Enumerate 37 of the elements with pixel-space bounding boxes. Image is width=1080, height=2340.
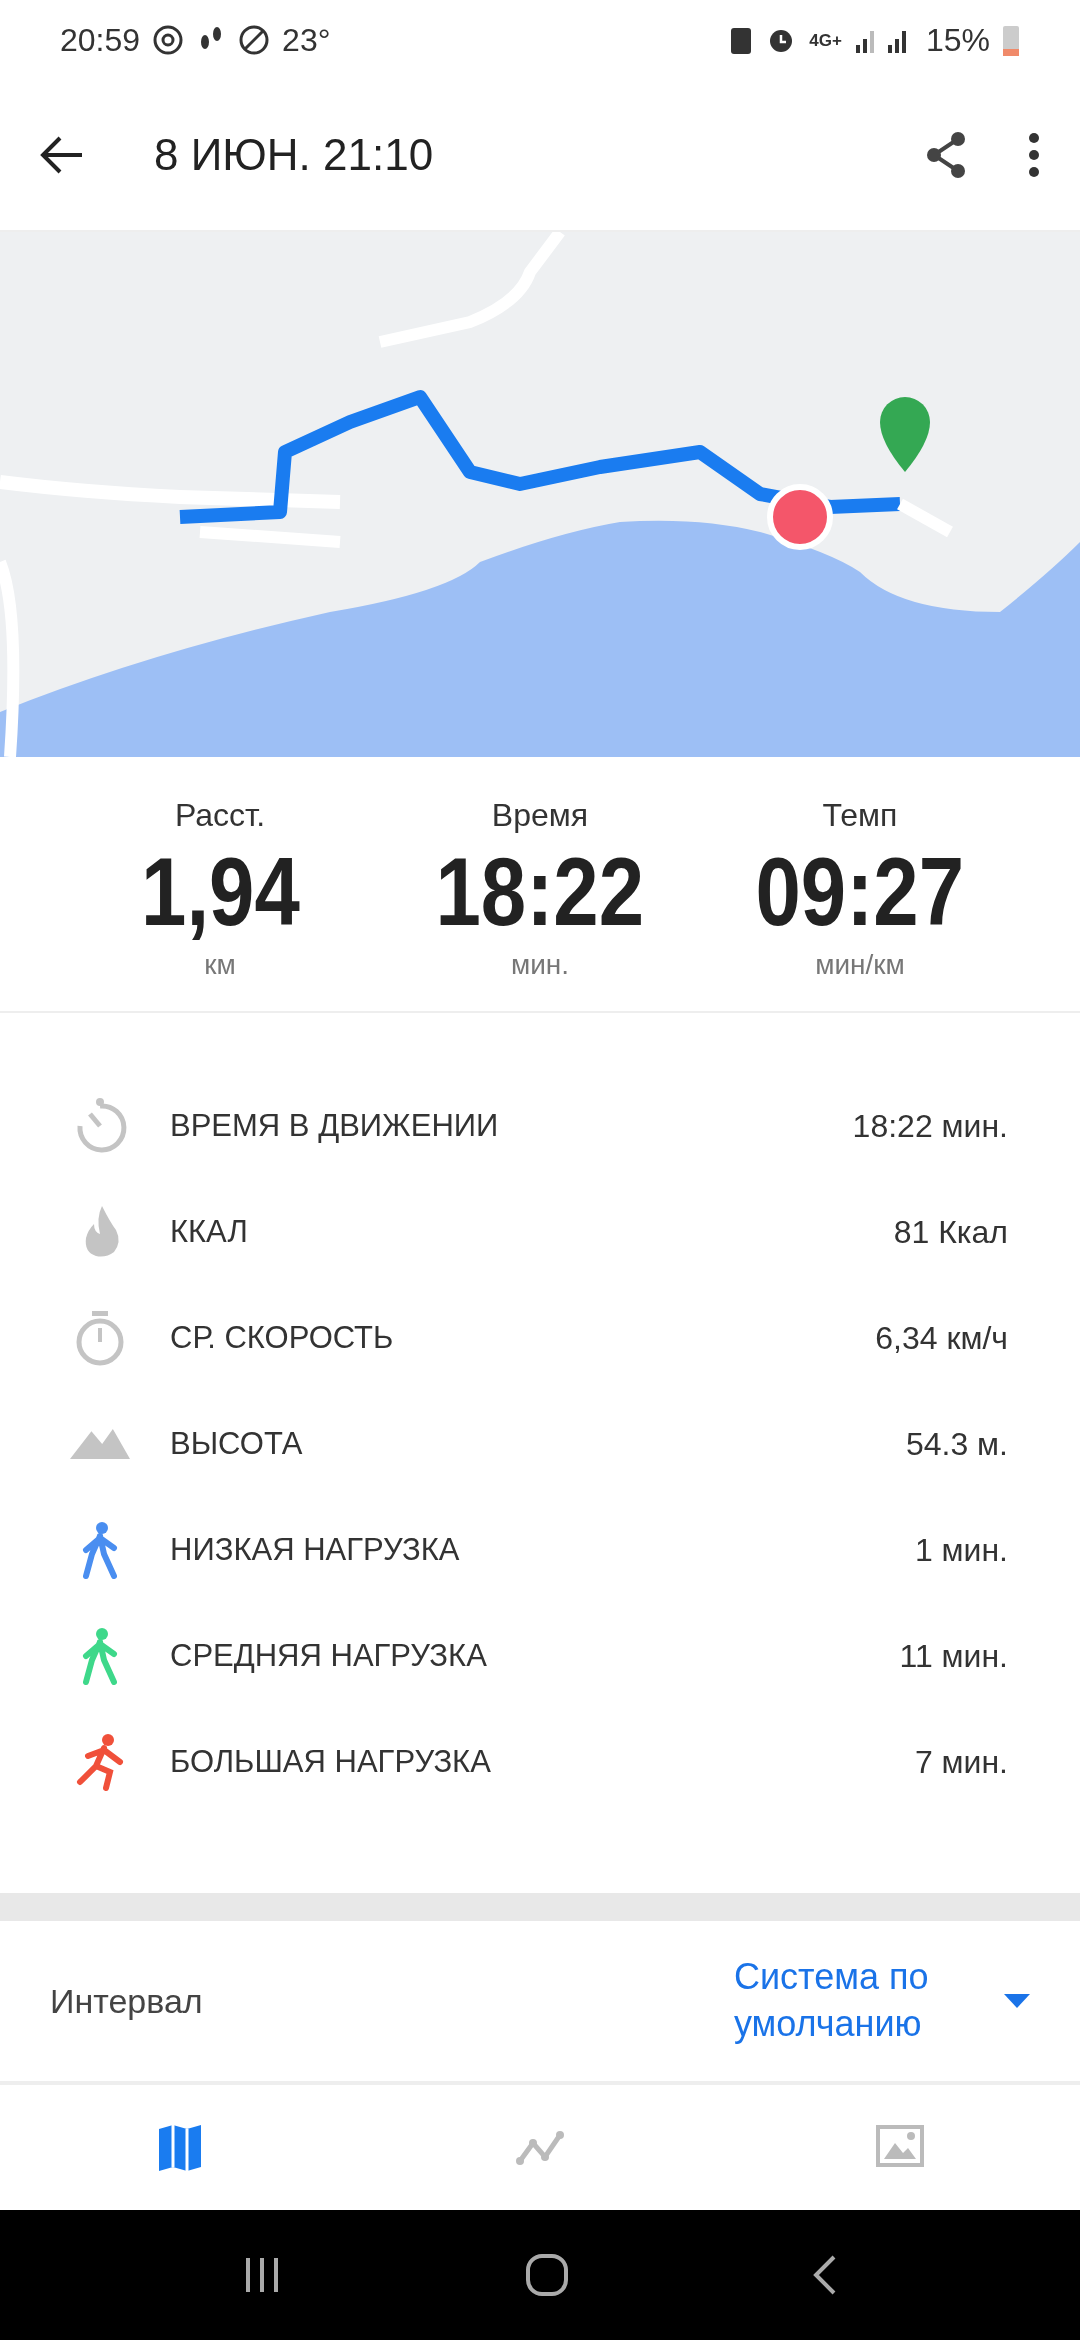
network-type: 4G+ (809, 31, 842, 49)
back-arrow-icon[interactable] (40, 135, 84, 175)
stat-label: Расст. (174, 797, 266, 834)
metric-value: 18:22 мин. (852, 1107, 1008, 1145)
screen-title: 8 ИЮН. 21:10 (154, 130, 435, 180)
mountains-icon (70, 1429, 130, 1460)
metric-label: ВЫСОТА (170, 1426, 304, 1463)
interval-dropdown[interactable]: Система по умолчанию (734, 1954, 1030, 2048)
metric-value: 7 мин. (914, 1743, 1008, 1781)
dropdown-caret-icon (1004, 1994, 1030, 2008)
metric-label: СР. СКОРОСТЬ (170, 1320, 395, 1357)
stat-unit: мин. (510, 949, 570, 982)
metric-value: 81 Ккал (893, 1213, 1008, 1251)
metric-value: 6,34 км/ч (875, 1319, 1008, 1357)
stat-value: 09:27 (755, 837, 965, 947)
stat-label: Темп (822, 797, 898, 834)
stat-value: 1,94 (140, 837, 300, 947)
metric-label: ВРЕМЯ В ДВИЖЕНИИ (170, 1108, 500, 1145)
metric-value: 1 мин. (914, 1531, 1008, 1569)
interval-label: Интервал (50, 1981, 204, 2021)
battery-percent: 15% (925, 21, 990, 59)
status-time: 20:59 (60, 21, 141, 59)
stat-label: Время (491, 797, 589, 834)
metric-value: 54.3 м. (905, 1425, 1008, 1463)
stat-value: 18:22 (435, 837, 645, 947)
temperature: 23° (282, 21, 331, 59)
metric-label: СРЕДНЯЯ НАГРУЗКА (170, 1638, 488, 1675)
metric-label: БОЛЬШАЯ НАГРУЗКА (170, 1744, 492, 1781)
stat-unit: км (204, 949, 236, 982)
metric-label: ККАЛ (170, 1214, 249, 1251)
more-options-icon[interactable] (1028, 132, 1040, 178)
share-icon[interactable] (924, 131, 968, 179)
stat-unit: мин/км (815, 949, 905, 982)
home-icon[interactable] (525, 2253, 569, 2297)
metric-label: НИЗКАЯ НАГРУЗКА (170, 1532, 461, 1569)
battery-icon (1002, 23, 1020, 57)
metric-value: 11 мин. (899, 1637, 1008, 1675)
